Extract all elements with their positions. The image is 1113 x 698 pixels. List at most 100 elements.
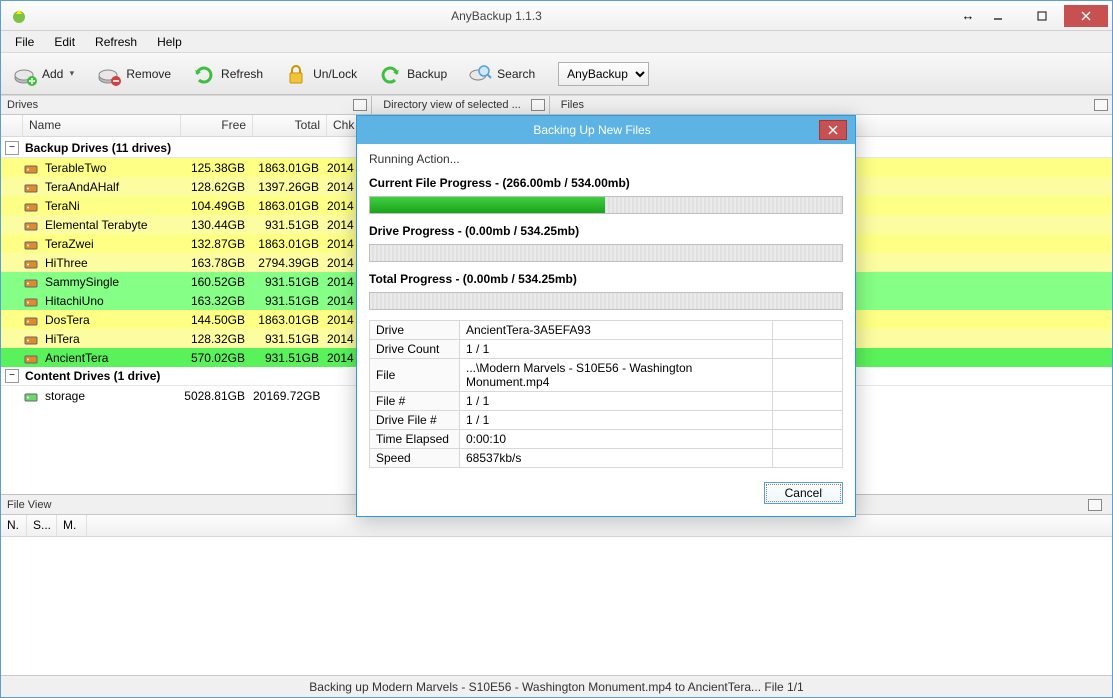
panel-box-icon[interactable] [353, 99, 367, 111]
dialog-info-row: DriveAncientTera-3A5EFA93 [370, 321, 843, 340]
drive-icon [21, 180, 41, 194]
dirview-panel-label: Directory view of selected ... [377, 99, 527, 111]
drive-icon [21, 389, 41, 403]
col-name[interactable]: Name [23, 115, 181, 136]
drive-name: TeraAndAHalf [41, 180, 181, 194]
drive-name: Elemental Terabyte [41, 218, 181, 232]
fv-col-n[interactable]: N. [1, 515, 27, 536]
drive-name: DosTera [41, 313, 181, 327]
drive-total: 931.51GB [253, 351, 327, 365]
fv-col-s[interactable]: S... [27, 515, 57, 536]
refresh-button[interactable]: Refresh [186, 57, 274, 91]
info-key: Speed [370, 449, 460, 468]
dialog-close-button[interactable] [819, 120, 847, 140]
menu-edit[interactable]: Edit [46, 33, 83, 51]
dialog-title: Backing Up New Files [365, 123, 819, 137]
search-icon [467, 61, 493, 87]
add-button[interactable]: Add ▾ [7, 57, 87, 91]
drive-name: TerableTwo [41, 161, 181, 175]
drive-total: 2794.39GB [253, 256, 327, 270]
remove-button[interactable]: Remove [91, 57, 182, 91]
minimize-button[interactable] [976, 5, 1020, 27]
drive-icon [21, 161, 41, 175]
search-label: Search [497, 67, 535, 81]
fileview-label: File View [7, 499, 51, 511]
drive-name: TeraNi [41, 199, 181, 213]
drive-icon [21, 294, 41, 308]
drive-total: 1863.01GB [253, 313, 327, 327]
col-total[interactable]: Total [253, 115, 327, 136]
drive-free: 128.62GB [181, 180, 253, 194]
current-file-progress-label: Current File Progress - (266.00mb / 534.… [369, 176, 843, 190]
expander-icon[interactable]: − [5, 369, 19, 383]
total-progress-bar [369, 292, 843, 310]
maximize-button[interactable] [1020, 5, 1064, 27]
drive-total: 1863.01GB [253, 237, 327, 251]
drive-total: 1863.01GB [253, 199, 327, 213]
cancel-button[interactable]: Cancel [764, 482, 843, 504]
drive-icon [21, 199, 41, 213]
drive-free: 132.87GB [181, 237, 253, 251]
drive-icon [21, 256, 41, 270]
drive-total: 20169.72GB [253, 389, 328, 403]
info-value: ...\Modern Marvels - S10E56 - Washington… [460, 359, 773, 392]
col-free[interactable]: Free [181, 115, 253, 136]
status-bar: Backing up Modern Marvels - S10E56 - Was… [1, 675, 1112, 697]
backup-icon [377, 61, 403, 87]
drives-panel-label: Drives [1, 99, 44, 111]
search-button[interactable]: Search [462, 57, 546, 91]
unlock-button[interactable]: Un/Lock [278, 57, 368, 91]
drive-total: 931.51GB [253, 294, 327, 308]
dialog-info-row: Time Elapsed0:00:10 [370, 430, 843, 449]
close-button[interactable] [1064, 5, 1108, 27]
panel-box-icon[interactable] [1094, 99, 1108, 111]
drive-name: HiTera [41, 332, 181, 346]
drive-icon [21, 218, 41, 232]
drive-name: HiThree [41, 256, 181, 270]
profile-select[interactable]: AnyBackup [558, 62, 649, 86]
info-value: 1 / 1 [460, 340, 773, 359]
drive-free: 125.38GB [181, 161, 253, 175]
fv-col-m[interactable]: M. [57, 515, 87, 536]
menu-refresh[interactable]: Refresh [87, 33, 145, 51]
backup-dialog: Backing Up New Files Running Action... C… [356, 115, 856, 517]
fileview-columns: N. S... M. [1, 515, 1112, 537]
window-title: AnyBackup 1.1.3 [33, 9, 960, 23]
drive-name: AncientTera [41, 351, 181, 365]
group-label: Backup Drives (11 drives) [25, 141, 171, 155]
dialog-info-row: File #1 / 1 [370, 392, 843, 411]
drive-free: 163.32GB [181, 294, 253, 308]
backup-button[interactable]: Backup [372, 57, 458, 91]
drive-name: storage [41, 389, 181, 403]
drive-total: 1863.01GB [253, 161, 327, 175]
info-value: 68537kb/s [460, 449, 773, 468]
refresh-label: Refresh [221, 67, 263, 81]
swap-icon[interactable]: ↔ [960, 8, 976, 23]
info-key: File # [370, 392, 460, 411]
backup-label: Backup [407, 67, 447, 81]
drive-add-icon [12, 61, 38, 87]
info-key: File [370, 359, 460, 392]
drive-progress-label: Drive Progress - (0.00mb / 534.25mb) [369, 224, 843, 238]
drive-remove-icon [96, 61, 122, 87]
dialog-titlebar[interactable]: Backing Up New Files [357, 116, 855, 144]
menu-file[interactable]: File [7, 33, 42, 51]
dialog-info-row: Drive Count1 / 1 [370, 340, 843, 359]
app-icon [11, 8, 27, 24]
group-label: Content Drives (1 drive) [25, 369, 160, 383]
lock-icon [283, 61, 309, 87]
drive-free: 570.02GB [181, 351, 253, 365]
menu-help[interactable]: Help [149, 33, 190, 51]
drive-free: 130.44GB [181, 218, 253, 232]
drive-icon [21, 313, 41, 327]
add-dropdown-icon[interactable]: ▾ [67, 68, 76, 79]
fileview-body[interactable] [1, 537, 1112, 675]
panel-header-row: Drives Directory view of selected ... Fi… [1, 95, 1112, 115]
panel-box-icon[interactable] [1088, 499, 1102, 511]
dialog-info-table: DriveAncientTera-3A5EFA93Drive Count1 / … [369, 320, 843, 468]
drive-name: TeraZwei [41, 237, 181, 251]
expander-icon[interactable]: − [5, 141, 19, 155]
dialog-info-row: File...\Modern Marvels - S10E56 - Washin… [370, 359, 843, 392]
dialog-info-row: Speed68537kb/s [370, 449, 843, 468]
panel-box-icon[interactable] [531, 99, 545, 111]
